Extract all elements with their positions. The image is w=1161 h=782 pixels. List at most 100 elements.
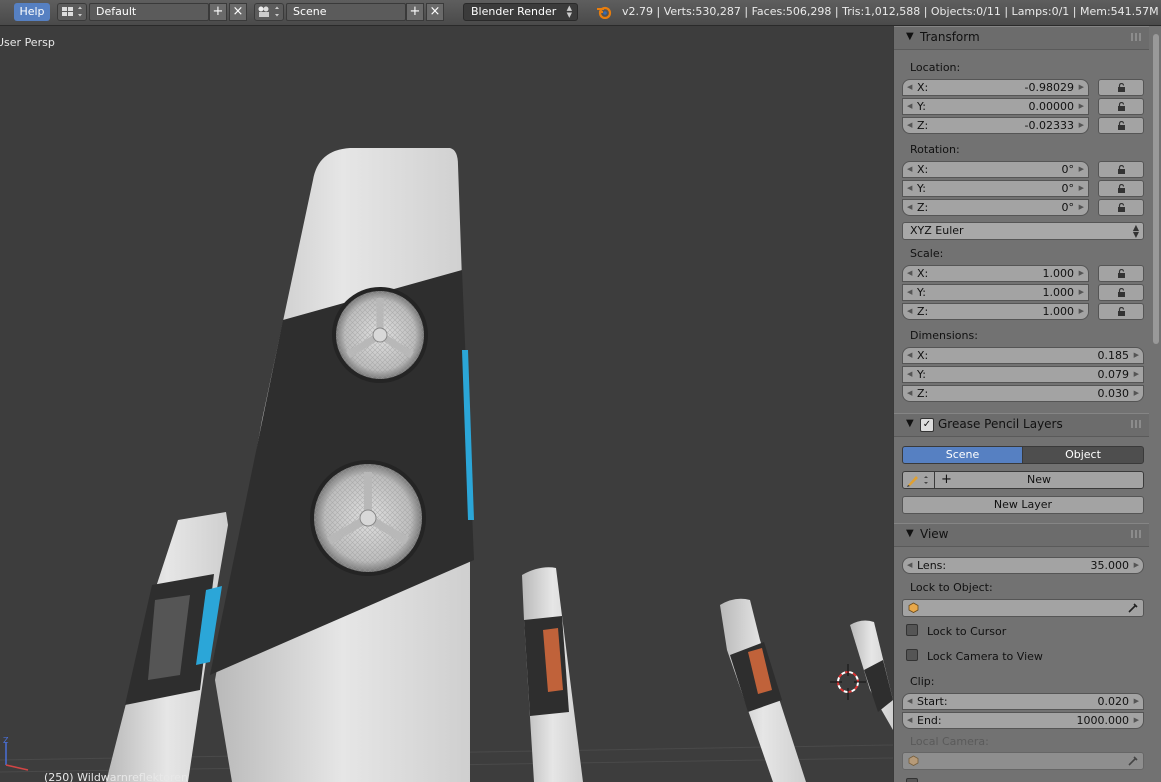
arrow-left-icon: ◀ [907,370,913,378]
field-value: 0° [1061,182,1075,195]
scene-name-field[interactable]: Scene [286,3,406,21]
render-engine-dropdown[interactable]: Blender Render ▲ ▼ [463,3,578,21]
field-value: 0.079 [1097,368,1130,381]
grease-pencil-datablock-selector[interactable] [902,471,935,489]
lock-camera-to-view-checkbox[interactable] [906,649,918,661]
lock-to-cursor-checkbox[interactable] [906,624,918,636]
lens-field[interactable]: ◀ Lens: 35.000 ▶ [902,557,1144,574]
arrow-left-icon: ◀ [907,102,913,110]
axis-label: X: [917,349,929,362]
view-panel-header[interactable]: ▼ View [894,523,1149,547]
tab-scene[interactable]: Scene [902,446,1023,464]
arrow-left-icon: ◀ [907,184,913,192]
grease-pencil-panel-header[interactable]: ▼ ✓ Grease Pencil Layers [894,413,1149,437]
delete-scene-button[interactable]: × [426,3,444,21]
arrow-right-icon: ▶ [1078,307,1084,315]
arrow-right-icon: ▶ [1078,121,1084,129]
location-x-field[interactable]: ◀ X: -0.98029 ▶ [902,79,1089,96]
collapse-triangle-icon: ▼ [906,528,914,539]
delete-layout-button[interactable]: × [229,3,247,21]
scale-z-field[interactable]: ◀ Z: 1.000 ▶ [902,303,1089,320]
lock-icon [1118,288,1125,297]
add-layout-button[interactable]: + [209,3,227,21]
help-menu[interactable]: Help [14,3,50,21]
axis-label: X: [917,267,929,280]
clip-end-value: 1000.000 [1076,714,1130,727]
render-border-checkbox[interactable] [906,778,918,782]
layout-grid-icon [62,6,82,17]
arrow-left-icon: ◀ [907,288,913,296]
add-scene-button[interactable]: + [406,3,424,21]
arrow-right-icon: ▶ [1078,203,1084,211]
collapse-triangle-icon: ▼ [906,418,914,429]
location-y-field[interactable]: ◀ Y: 0.00000 ▶ [902,98,1089,115]
lock-rotation-y-button[interactable] [1098,180,1144,197]
arrow-left-icon: ◀ [907,203,913,211]
axis-label: Z: [917,305,929,318]
arrow-right-icon: ▶ [1078,269,1084,277]
object-cube-icon [908,602,919,613]
new-grease-pencil-button[interactable]: + New [934,471,1144,489]
clip-start-value: 0.020 [1097,695,1130,708]
dimensions-label: Dimensions: [910,329,978,342]
render-engine-label: Blender Render [471,5,557,18]
scale-y-field[interactable]: ◀ Y: 1.000 ▶ [902,284,1089,301]
drag-grip-icon[interactable] [1131,530,1143,538]
arrow-right-icon: ▶ [1133,697,1139,705]
arrow-right-icon: ▶ [1133,716,1139,724]
clip-end-field[interactable]: ◀ End: 1000.000 ▶ [902,712,1144,729]
tab-object[interactable]: Object [1022,446,1144,464]
panel-scrollbar[interactable] [1153,34,1159,344]
field-value: 1.000 [1042,267,1075,280]
axis-label: Z: [917,201,929,214]
lock-object-field[interactable] [902,599,1144,617]
3d-viewport[interactable]: Z User Persp (250) Wildwarnreflektoren [0,26,893,782]
drag-grip-icon[interactable] [1131,33,1143,41]
dimensions-x-field[interactable]: ◀ X: 0.185 ▶ [902,347,1144,364]
lock-location-y-button[interactable] [1098,98,1144,115]
grease-pencil-title: Grease Pencil Layers [938,417,1063,431]
field-value: -0.98029 [1024,81,1074,94]
scale-x-field[interactable]: ◀ X: 1.000 ▶ [902,265,1089,282]
lock-scale-z-button[interactable] [1098,303,1144,320]
eyedropper-icon [1128,756,1138,766]
scene-selector[interactable] [254,3,284,21]
new-layer-button[interactable]: New Layer [902,496,1144,514]
rotation-x-field[interactable]: ◀ X: 0° ▶ [902,161,1089,178]
lock-scale-x-button[interactable] [1098,265,1144,282]
rotation-mode-value: XYZ Euler [910,224,964,237]
scene-icon [258,6,279,17]
arrow-right-icon: ▶ [1133,389,1139,397]
transform-panel-header[interactable]: ▼ Transform [894,26,1149,50]
axis-label: X: [917,81,929,94]
eyedropper-icon[interactable] [1127,602,1139,614]
lock-location-x-button[interactable] [1098,79,1144,96]
arrow-left-icon: ◀ [907,389,913,397]
rotation-mode-dropdown[interactable]: XYZ Euler ▲ ▼ [902,222,1144,240]
lock-location-z-button[interactable] [1098,117,1144,134]
lock-icon [1118,165,1125,174]
drag-grip-icon[interactable] [1131,420,1143,428]
location-z-field[interactable]: ◀ Z: -0.02333 ▶ [902,117,1089,134]
plus-icon: + [409,4,421,19]
screen-layout-selector[interactable] [57,3,87,21]
rotation-z-field[interactable]: ◀ Z: 0° ▶ [902,199,1089,216]
layout-name-field[interactable]: Default [89,3,209,21]
field-value: 0° [1061,201,1075,214]
lock-rotation-z-button[interactable] [1098,199,1144,216]
grease-pencil-enable-checkbox[interactable]: ✓ [920,418,934,432]
clip-start-field[interactable]: ◀ Start: 0.020 ▶ [902,693,1144,710]
lock-scale-y-button[interactable] [1098,284,1144,301]
rotation-y-field[interactable]: ◀ Y: 0° ▶ [902,180,1089,197]
lock-rotation-x-button[interactable] [1098,161,1144,178]
arrow-left-icon: ◀ [907,269,913,277]
main-post [210,148,474,782]
dimensions-z-field[interactable]: ◀ Z: 0.030 ▶ [902,385,1144,402]
lock-to-object-label: Lock to Object: [910,581,993,594]
collapse-triangle-icon: ▼ [906,31,914,42]
dimensions-y-field[interactable]: ◀ Y: 0.079 ▶ [902,366,1144,383]
scene-render: Z [0,148,893,782]
field-value: 1.000 [1042,305,1075,318]
3d-cursor-icon [830,664,866,700]
clip-label: Clip: [910,675,935,688]
